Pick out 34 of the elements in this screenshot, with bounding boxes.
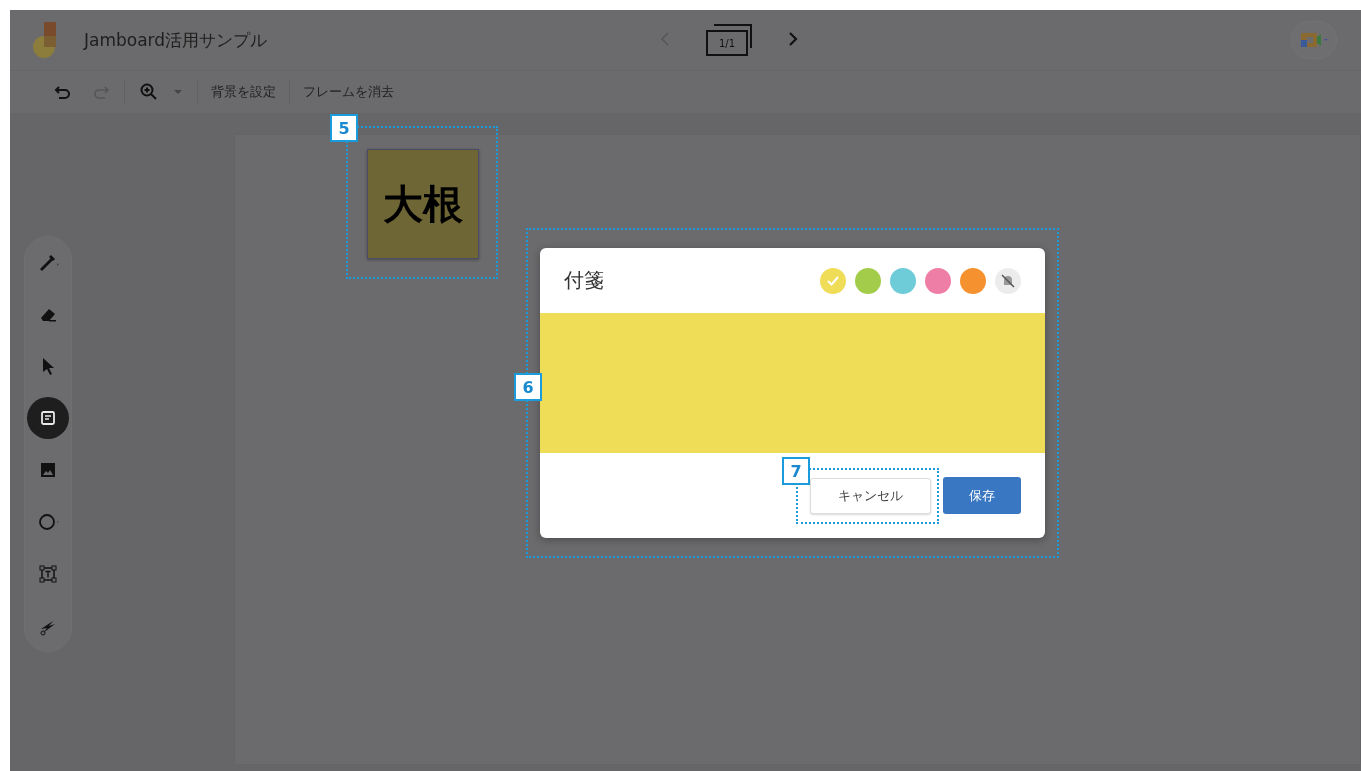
callout-number: 7 xyxy=(782,457,810,485)
color-swatch[interactable] xyxy=(890,267,916,294)
slashed-icon xyxy=(1000,272,1016,289)
undo-icon xyxy=(54,83,72,101)
text-box-icon xyxy=(39,565,57,583)
cancel-button[interactable]: キャンセル xyxy=(810,477,931,514)
document-title: Jamboard活用サンプル xyxy=(84,28,268,52)
toolbar-action[interactable]: 背景を設定 xyxy=(202,76,285,108)
color-swatch[interactable] xyxy=(960,267,986,294)
caret-icon xyxy=(173,89,183,95)
color-swatch[interactable] xyxy=(925,267,951,294)
eraser-icon xyxy=(41,309,56,322)
toolbar-action[interactable]: フレームを消去 xyxy=(294,76,403,108)
dialog-title: 付箋 xyxy=(564,267,605,294)
color-swatch[interactable] xyxy=(820,267,846,294)
save-button[interactable]: 保存 xyxy=(943,477,1021,514)
tool-button[interactable] xyxy=(27,397,69,439)
sticky-note-icon xyxy=(41,411,55,425)
video-camera-icon xyxy=(1299,30,1329,50)
check-icon xyxy=(826,274,840,287)
sticky-note[interactable]: 大根 xyxy=(367,149,479,259)
redo-icon xyxy=(92,83,110,101)
laser-icon xyxy=(40,621,55,636)
image-icon xyxy=(41,463,55,477)
color-swatch[interactable] xyxy=(855,267,881,294)
zoom-in-icon xyxy=(139,82,159,102)
no-color-button[interactable] xyxy=(995,267,1021,294)
circle-icon xyxy=(39,514,59,530)
callout-number: 5 xyxy=(330,114,358,142)
callout-number: 6 xyxy=(514,373,542,401)
chevron-left-icon xyxy=(660,31,671,47)
cursor-icon xyxy=(43,358,54,375)
pen-icon xyxy=(40,255,59,271)
chevron-right-icon xyxy=(788,31,799,47)
